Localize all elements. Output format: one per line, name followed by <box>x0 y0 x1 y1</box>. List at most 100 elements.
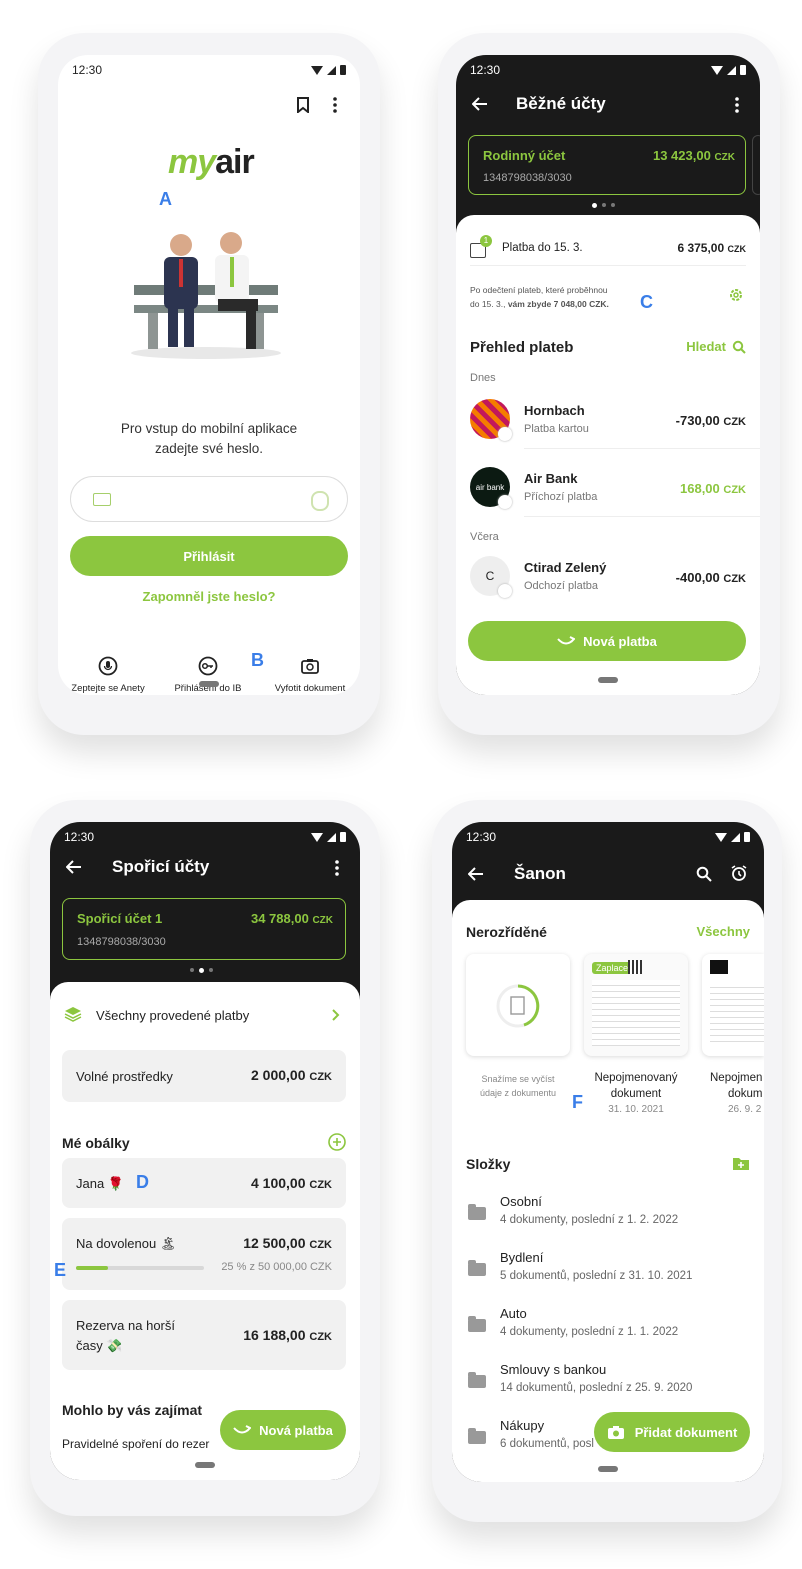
marker-a: A <box>159 189 172 209</box>
quick-action-photo[interactable]: Vyfotit dokument <box>260 656 360 694</box>
password-field[interactable] <box>70 476 348 522</box>
marker-f: F <box>572 1092 583 1112</box>
savings-screen: 12:30 Spořicí účty Spořicí účet 1 34 788… <box>50 822 360 1480</box>
add-folder-icon[interactable] <box>732 1156 750 1171</box>
account-card[interactable]: Spořicí účet 1 34 788,00 CZK 1348798038/… <box>62 898 346 960</box>
currency: CZK <box>312 915 333 926</box>
back-arrow-icon[interactable] <box>468 867 484 881</box>
account-card[interactable]: Rodinný účet 13 423,00 CZK 1348798038/30… <box>468 135 746 195</box>
back-arrow-icon[interactable] <box>66 860 82 874</box>
folder-name: Nákupy <box>500 1418 545 1433</box>
more-icon[interactable] <box>332 97 338 113</box>
free-funds-card[interactable]: Volné prostředky 2 000,00 CZK <box>62 1050 346 1102</box>
payment-row[interactable]: C Ctirad Zelený Odchozí platba -400,00 C… <box>456 548 760 606</box>
folder-row[interactable]: Auto 4 dokumenty, poslední z 1. 1. 2022 <box>452 1302 764 1346</box>
folder-icon <box>468 1204 486 1220</box>
status-bar: 12:30 <box>58 55 360 85</box>
document-card[interactable] <box>702 954 764 1056</box>
search-link[interactable]: Hledat <box>686 339 746 354</box>
document-card-processing[interactable] <box>466 954 570 1056</box>
add-envelope-icon[interactable] <box>328 1133 346 1151</box>
airbank-logo <box>710 960 728 974</box>
page-dots <box>592 203 615 208</box>
qr-code <box>628 960 642 974</box>
new-payment-button[interactable]: Nová platba <box>220 1410 346 1450</box>
folder-row[interactable]: Osobní 4 dokumenty, poslední z 1. 2. 202… <box>452 1190 764 1234</box>
settings-gear-icon[interactable] <box>728 287 744 303</box>
camera-icon <box>301 659 319 674</box>
amount-value: -730,00 <box>675 413 720 428</box>
notice-line-1: Po odečtení plateb, které proběhnou <box>470 285 608 295</box>
folder-row[interactable]: Bydlení 5 dokumentů, poslední z 31. 10. … <box>452 1246 764 1290</box>
quick-action-aneta[interactable]: Zeptejte se Anety <box>58 656 158 694</box>
folder-name: Osobní <box>500 1194 542 1209</box>
screen-title: Spořicí účty <box>112 857 210 876</box>
free-funds-amount: 2 000,00 CZK <box>251 1067 332 1083</box>
forgot-password-link[interactable]: Zapomněl jste heslo? <box>58 589 360 604</box>
signal-icon <box>731 832 740 842</box>
interest-item[interactable]: Pravidelné spoření do rezer <box>62 1437 209 1451</box>
keyboard-icon <box>93 493 111 506</box>
currency: CZK <box>309 1179 332 1191</box>
wifi-icon <box>715 832 727 842</box>
login-button[interactable]: Přihlásit <box>70 536 348 576</box>
envelope-label: Rezerva na horší časy 💸 <box>76 1316 175 1356</box>
account-balance: 13 423,00 CZK <box>653 148 735 163</box>
envelope-label-line-2: časy 💸 <box>76 1338 123 1353</box>
folder-icon <box>468 1316 486 1332</box>
account-name: Spořicí účet 1 <box>77 911 163 926</box>
envelope-amount: 16 188,00 CZK <box>243 1327 332 1343</box>
name-line-2: dokument <box>610 1088 662 1100</box>
all-payments-row[interactable]: Všechny provedené platby <box>50 1000 360 1030</box>
more-icon[interactable] <box>734 97 740 113</box>
currency: CZK <box>723 573 746 585</box>
divider <box>524 448 760 449</box>
folder-row[interactable]: Smlouvy s bankou 14 dokumentů, poslední … <box>452 1358 764 1402</box>
alarm-icon[interactable] <box>730 864 748 882</box>
envelope-progress-track <box>76 1266 204 1270</box>
back-arrow-icon[interactable] <box>472 97 488 111</box>
fingerprint-icon[interactable] <box>311 491 329 511</box>
payment-arrow-icon <box>557 636 576 645</box>
free-funds-label: Volné prostředky <box>76 1069 173 1084</box>
logo-my: my <box>168 143 216 181</box>
currency: CZK <box>727 244 747 254</box>
folder-info: 5 dokumentů, poslední z 31. 10. 2021 <box>500 1270 693 1282</box>
add-document-button[interactable]: Přidat dokument <box>594 1412 750 1452</box>
document-card[interactable]: Zaplaceno <box>584 954 688 1056</box>
envelope-card[interactable]: Rezerva na horší časy 💸 16 188,00 CZK <box>62 1300 346 1370</box>
currency: CZK <box>714 152 735 163</box>
content-sheet: Všechny provedené platby Volné prostředk… <box>50 982 360 1480</box>
payment-row[interactable]: Hornbach Platba kartou -730,00 CZK <box>456 391 760 449</box>
envelope-card[interactable]: Jana 🌹 4 100,00 CZK <box>62 1158 346 1208</box>
document-loading-icon <box>496 984 540 1028</box>
key-icon <box>198 656 218 676</box>
status-time: 12:30 <box>64 830 95 844</box>
quick-action-ib-login[interactable]: Přihlášení do IB <box>158 656 258 694</box>
search-icon <box>732 340 746 354</box>
envelope-card[interactable]: Na dovolenou 🏝 12 500,00 CZK 25 % z 50 0… <box>62 1218 346 1290</box>
binder-screen: 12:30 Šanon Nerozříděné Všechny Snažíme … <box>452 822 764 1482</box>
caption-line-1: Snažíme se vyčíst <box>481 1074 555 1084</box>
amount-value: 2 000,00 <box>251 1067 306 1083</box>
payment-row[interactable]: air bank Air Bank Příchozí platba 168,00… <box>456 459 760 517</box>
bookmark-icon[interactable] <box>296 97 310 113</box>
more-icon[interactable] <box>334 860 340 876</box>
amount-value: 16 188,00 <box>243 1327 306 1343</box>
new-payment-label: Nová platba <box>259 1422 333 1438</box>
home-indicator <box>598 1466 618 1472</box>
new-payment-button[interactable]: Nová platba <box>468 621 746 661</box>
search-icon[interactable] <box>696 866 712 882</box>
add-document-label: Přidat dokument <box>634 1424 738 1440</box>
home-indicator <box>195 1462 215 1468</box>
layers-icon <box>64 1007 82 1022</box>
account-name: Rodinný účet <box>483 148 566 163</box>
name-line-2: dokum <box>728 1088 763 1100</box>
wifi-icon <box>711 65 723 75</box>
all-documents-link[interactable]: Všechny <box>697 924 750 939</box>
quick-action-label: Vyfotit dokument <box>274 683 346 694</box>
payee-name: Hornbach <box>524 403 585 418</box>
status-bar: 12:30 <box>456 55 760 85</box>
account-balance: 34 788,00 CZK <box>251 911 333 926</box>
document-name: Nepojmenovaný dokument 31. 10. 2021 <box>582 1070 690 1118</box>
